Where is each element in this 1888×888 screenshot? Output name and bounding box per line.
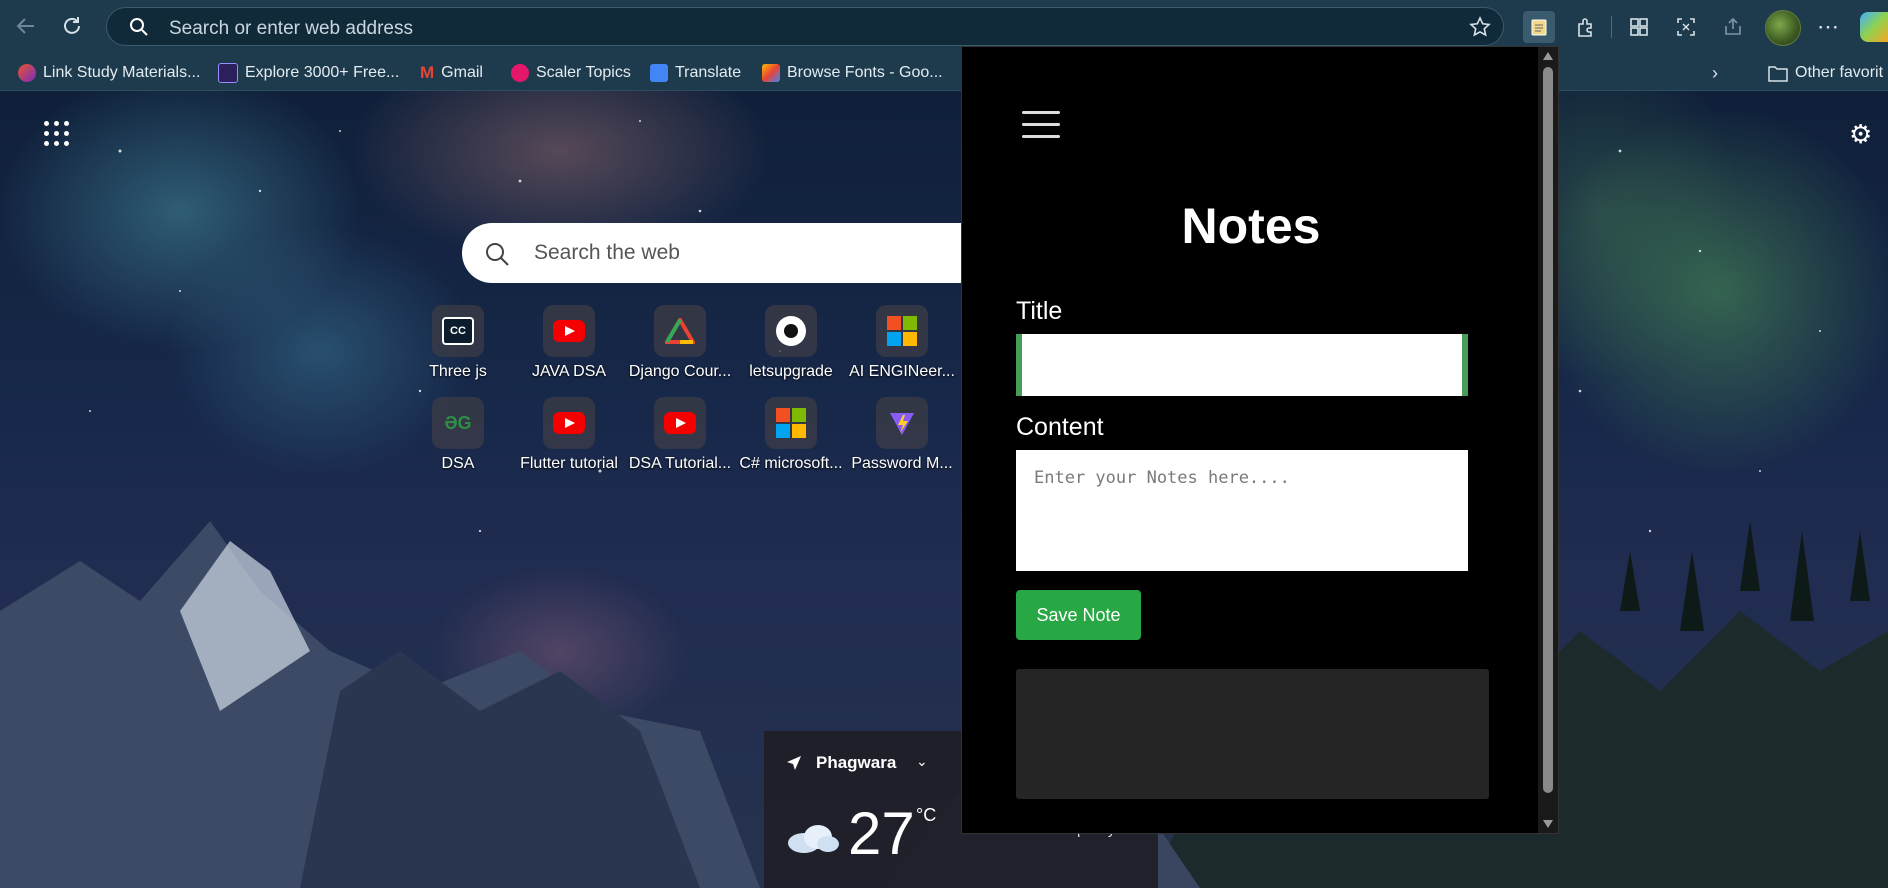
scaler-icon: [511, 64, 529, 82]
triangle-logo-icon: [654, 305, 706, 357]
apps-launcher-icon[interactable]: [44, 121, 70, 147]
share-icon[interactable]: [1717, 11, 1749, 43]
menu-hamburger-icon[interactable]: [1022, 111, 1060, 139]
quick-link-label: C# microsoft...: [739, 455, 843, 472]
address-bar[interactable]: Search or enter web address: [106, 7, 1504, 46]
bookmark-item[interactable]: M Gmail: [420, 63, 483, 83]
page-settings-gear-icon[interactable]: ⚙: [1849, 119, 1872, 150]
quick-link-tile[interactable]: letsupgrade: [736, 305, 846, 381]
save-note-button[interactable]: Save Note: [1016, 590, 1141, 640]
translate-icon: [650, 64, 668, 82]
gfg-icon: ƏG: [432, 397, 484, 449]
quick-link-tile[interactable]: Flutter tutorial: [514, 397, 624, 473]
new-tab-background: ⚙ Search the web CC Three js JAVA DSA Dj…: [0, 91, 1888, 888]
web-search-placeholder: Search the web: [534, 241, 680, 264]
bookmark-label: Link Study Materials...: [43, 64, 201, 81]
chevron-down-icon[interactable]: ⌄: [916, 753, 928, 770]
bookmark-favicon-icon: [218, 63, 238, 83]
google-fonts-icon: [762, 64, 780, 82]
toolbar-divider: [1611, 16, 1612, 38]
bookmark-label: Explore 3000+ Free...: [245, 64, 400, 81]
youtube-icon: [543, 397, 595, 449]
quick-link-tile[interactable]: DSA Tutorial...: [625, 397, 735, 473]
quick-link-label: Django Cour...: [628, 363, 732, 380]
quick-link-label: letsupgrade: [749, 363, 833, 380]
bookmark-item[interactable]: Translate: [650, 63, 741, 83]
more-menu-icon[interactable]: ⋯: [1812, 11, 1844, 43]
bookmarks-overflow-chevron-icon[interactable]: ›: [1712, 63, 1718, 83]
other-favorites[interactable]: Other favorit: [1768, 63, 1883, 83]
content-label: Content: [1016, 413, 1104, 441]
quick-link-tile[interactable]: Django Cour...: [625, 305, 735, 381]
notes-extension-popup: Notes Title Content Save Note: [961, 46, 1559, 834]
collections-icon[interactable]: [1623, 11, 1655, 43]
weather-location[interactable]: Phagwara: [816, 753, 896, 773]
saved-notes-list: [1016, 669, 1489, 799]
browser-toolbar: Search or enter web address ⋯: [0, 0, 1888, 54]
other-favorites-label: Other favorit: [1795, 64, 1884, 81]
profile-avatar[interactable]: [1765, 10, 1801, 46]
quick-link-label: DSA Tutorial...: [628, 455, 732, 472]
quick-link-label: AI ENGINeer...: [849, 363, 955, 380]
content-textarea[interactable]: [1016, 450, 1468, 571]
scroll-down-arrow-icon[interactable]: [1542, 819, 1554, 829]
quick-link-tile[interactable]: CC Three js: [403, 305, 513, 381]
bookmarks-bar: Link Study Materials... Explore 3000+ Fr…: [0, 54, 1888, 91]
bookmark-label: Browse Fonts - Goo...: [787, 64, 943, 81]
bookmark-favicon-icon: [18, 64, 36, 82]
search-icon: [486, 243, 509, 266]
notes-extension-icon[interactable]: [1523, 11, 1555, 43]
bookmark-item[interactable]: Scaler Topics: [511, 63, 631, 83]
weather-unit: °C: [916, 805, 937, 825]
letsupgrade-icon: [765, 305, 817, 357]
quick-link-label: Password M...: [851, 455, 953, 472]
quick-link-label: JAVA DSA: [531, 363, 607, 380]
extensions-puzzle-icon[interactable]: [1570, 11, 1602, 43]
microsoft-icon: [876, 305, 928, 357]
location-arrow-icon: [786, 755, 802, 776]
bookmark-item[interactable]: Link Study Materials...: [18, 63, 200, 83]
refresh-icon[interactable]: [56, 10, 88, 42]
web-search-box[interactable]: Search the web: [462, 223, 962, 283]
weather-temperature: 27: [848, 800, 915, 867]
scroll-up-arrow-icon[interactable]: [1542, 51, 1554, 61]
quick-link-label: Three js: [429, 363, 487, 380]
back-arrow-icon[interactable]: [10, 10, 42, 42]
quick-link-tile[interactable]: C# microsoft...: [736, 397, 846, 473]
vite-icon: [876, 397, 928, 449]
screenshot-icon[interactable]: [1670, 11, 1702, 43]
favorite-star-icon[interactable]: [1469, 16, 1491, 43]
cloud-icon: [788, 825, 839, 853]
quick-link-label: DSA: [441, 455, 475, 472]
folder-icon: [1768, 66, 1788, 82]
cc-icon: CC: [432, 305, 484, 357]
youtube-icon: [543, 305, 595, 357]
gmail-icon: M: [420, 63, 435, 82]
bookmark-label: Gmail: [441, 64, 483, 81]
microsoft-icon: [765, 397, 817, 449]
quick-link-tile[interactable]: ƏG DSA: [403, 397, 513, 473]
title-label: Title: [1016, 297, 1063, 325]
bookmark-label: Translate: [675, 64, 742, 81]
scrollbar-thumb[interactable]: [1543, 67, 1553, 793]
youtube-icon: [654, 397, 706, 449]
bookmark-item[interactable]: Explore 3000+ Free...: [218, 63, 399, 83]
quick-link-tile[interactable]: AI ENGINeer...: [847, 305, 957, 381]
quick-link-tile[interactable]: Password M...: [847, 397, 957, 473]
search-icon: [129, 17, 149, 42]
title-input[interactable]: [1016, 334, 1468, 396]
quick-link-label: Flutter tutorial: [520, 455, 618, 472]
bookmark-label: Scaler Topics: [536, 64, 631, 81]
quick-link-tile[interactable]: JAVA DSA: [514, 305, 624, 381]
copilot-icon[interactable]: [1860, 12, 1888, 42]
bookmark-item[interactable]: Browse Fonts - Goo...: [762, 63, 943, 83]
popup-scrollbar[interactable]: [1538, 47, 1558, 833]
address-placeholder: Search or enter web address: [169, 18, 413, 39]
notes-heading: Notes: [1181, 198, 1321, 254]
